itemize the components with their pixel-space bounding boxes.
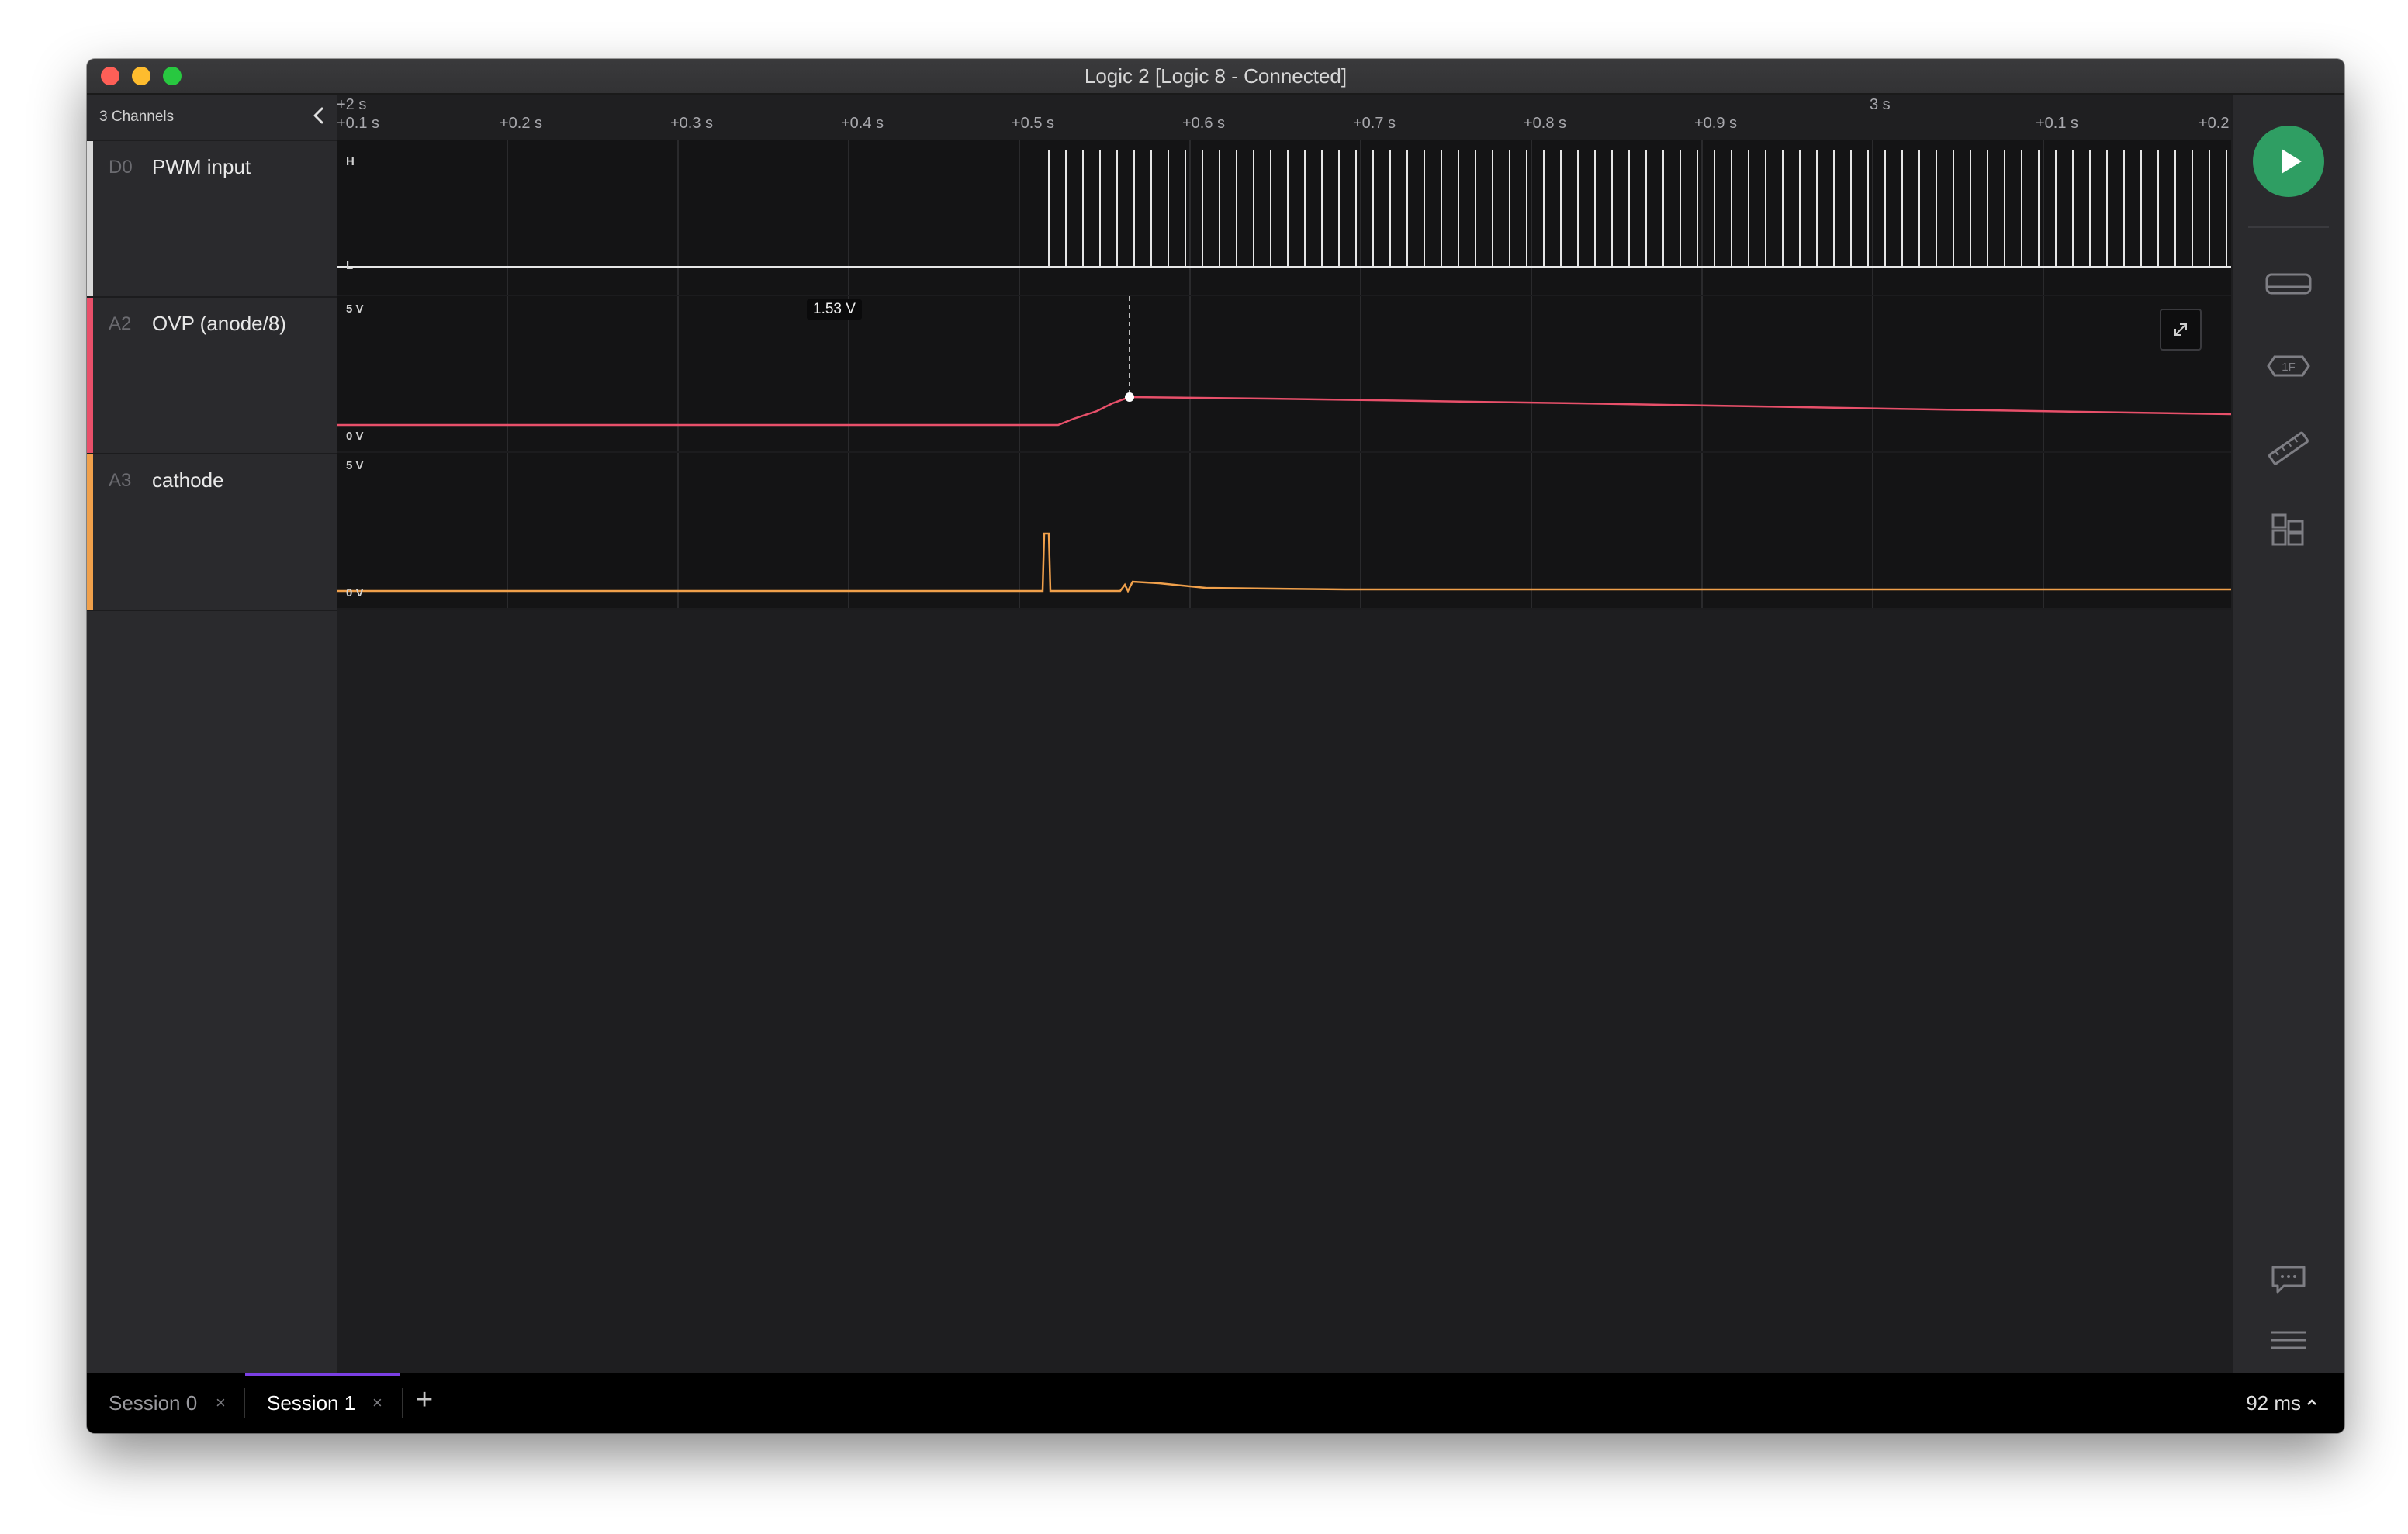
time-tick: +0.6 s: [1182, 115, 1226, 132]
d0-waveform: [337, 140, 2231, 295]
main-menu-button[interactable]: [2264, 1315, 2313, 1365]
toolbar-divider: [2248, 226, 2329, 228]
app-window: Logic 2 [Logic 8 - Connected] 3 Channels…: [87, 59, 2344, 1433]
collapse-sidebar-button[interactable]: [307, 104, 330, 127]
plot-row-a3[interactable]: 5 V 0 V: [337, 453, 2231, 610]
title-bar: Logic 2 [Logic 8 - Connected]: [87, 59, 2344, 95]
time-tick: +0.3 s: [670, 115, 714, 132]
major-time-label: +2 s: [337, 96, 367, 113]
feedback-button[interactable]: [2264, 1253, 2313, 1303]
time-tick: +0.7 s: [1353, 115, 1396, 132]
session-tab-bar: Session 0 × Session 1 × + 92 ms: [87, 1373, 2344, 1433]
extensions-button[interactable]: [2264, 506, 2313, 555]
digital-low-label: L: [346, 259, 354, 272]
digital-high-label: H: [346, 155, 355, 168]
time-tick: +0.5 s: [1012, 115, 1055, 132]
chevron-up-icon[interactable]: [2306, 1396, 2318, 1408]
channels-count: 3 Channels: [99, 109, 175, 125]
active-tab-indicator: [245, 1373, 400, 1376]
play-icon: [2282, 149, 2302, 174]
cathode-top-label: 5 V: [346, 459, 364, 472]
a3-waveform: [337, 453, 2231, 608]
close-tab-button[interactable]: ×: [372, 1393, 382, 1413]
channel-sidebar: 3 Channels D0 PWM input A2 OVP (anode/8)…: [87, 95, 337, 1373]
tab-session-1[interactable]: Session 1 ×: [245, 1373, 400, 1433]
start-capture-button[interactable]: [2253, 126, 2324, 197]
measurements-button[interactable]: [2264, 423, 2313, 473]
measurement-tooltip: 1.53 V: [807, 299, 862, 320]
time-ruler[interactable]: +2 s 3 s +0.1 s +0.2 s +0.3 s +0.4 s +0.…: [337, 95, 2231, 141]
cathode-bottom-label: 0 V: [346, 586, 364, 599]
channel-row-a2[interactable]: A2 OVP (anode/8): [87, 298, 337, 454]
chevron-left-icon: [313, 107, 323, 124]
channel-color-bar: [87, 454, 93, 610]
close-tab-button[interactable]: ×: [216, 1393, 226, 1413]
channel-name[interactable]: cathode: [152, 468, 224, 492]
add-session-button[interactable]: +: [416, 1384, 433, 1417]
channel-color-bar: [87, 298, 93, 453]
expand-icon: [2174, 323, 2187, 336]
feedback-icon: [2271, 1266, 2306, 1294]
menu-icon: [2271, 1331, 2306, 1349]
extensions-icon: [2271, 513, 2304, 546]
tab-session-0[interactable]: Session 0 ×: [109, 1373, 240, 1433]
channel-name[interactable]: OVP (anode/8): [152, 312, 286, 336]
channel-name[interactable]: PWM input: [152, 155, 251, 179]
tab-label: Session 0: [109, 1391, 198, 1415]
a2-waveform: [337, 296, 2231, 451]
sidebar-header: 3 Channels: [87, 95, 337, 141]
measure-icon: [2268, 431, 2309, 465]
device-settings-button[interactable]: [2264, 259, 2313, 309]
channel-row-d0[interactable]: D0 PWM input: [87, 141, 337, 298]
time-tick: +0.1 s: [2036, 115, 2079, 132]
major-time-label: 3 s: [1870, 96, 1891, 113]
channel-id: D0: [109, 157, 133, 178]
plot-row-a2[interactable]: 5 V 0 V: [337, 296, 2231, 453]
time-tick: +0.8 s: [1524, 115, 1567, 132]
channel-id: A3: [109, 470, 132, 491]
ovp-bottom-label: 0 V: [346, 430, 364, 443]
time-tick: +0.1 s: [337, 115, 380, 132]
time-tick: +0.9 s: [1694, 115, 1738, 132]
time-tick: +0.2 s: [500, 115, 543, 132]
channel-row-a3[interactable]: A3 cathode: [87, 454, 337, 611]
window-title: Logic 2 [Logic 8 - Connected]: [1084, 64, 1348, 88]
tab-divider: [402, 1388, 403, 1418]
time-tick: +0.4 s: [841, 115, 884, 132]
autoscale-button[interactable]: [2160, 309, 2202, 351]
svg-text:1F: 1F: [2282, 361, 2296, 374]
ovp-top-label: 5 V: [346, 302, 364, 316]
right-toolbar: 1F: [2231, 95, 2344, 1373]
tab-label: Session 1: [267, 1391, 356, 1415]
channel-color-bar: [87, 141, 93, 296]
time-tick: +0.2: [2199, 115, 2230, 132]
analyzer-icon: 1F: [2267, 355, 2310, 377]
plot-row-d0[interactable]: H L: [337, 140, 2231, 296]
device-icon: [2265, 273, 2312, 295]
channel-id: A2: [109, 313, 132, 334]
latency-readout[interactable]: 92 ms: [2246, 1391, 2301, 1415]
analyzers-button[interactable]: 1F: [2264, 341, 2313, 391]
waveform-area[interactable]: H L 5 V 0 V 5 V 0 V: [337, 140, 2231, 1433]
